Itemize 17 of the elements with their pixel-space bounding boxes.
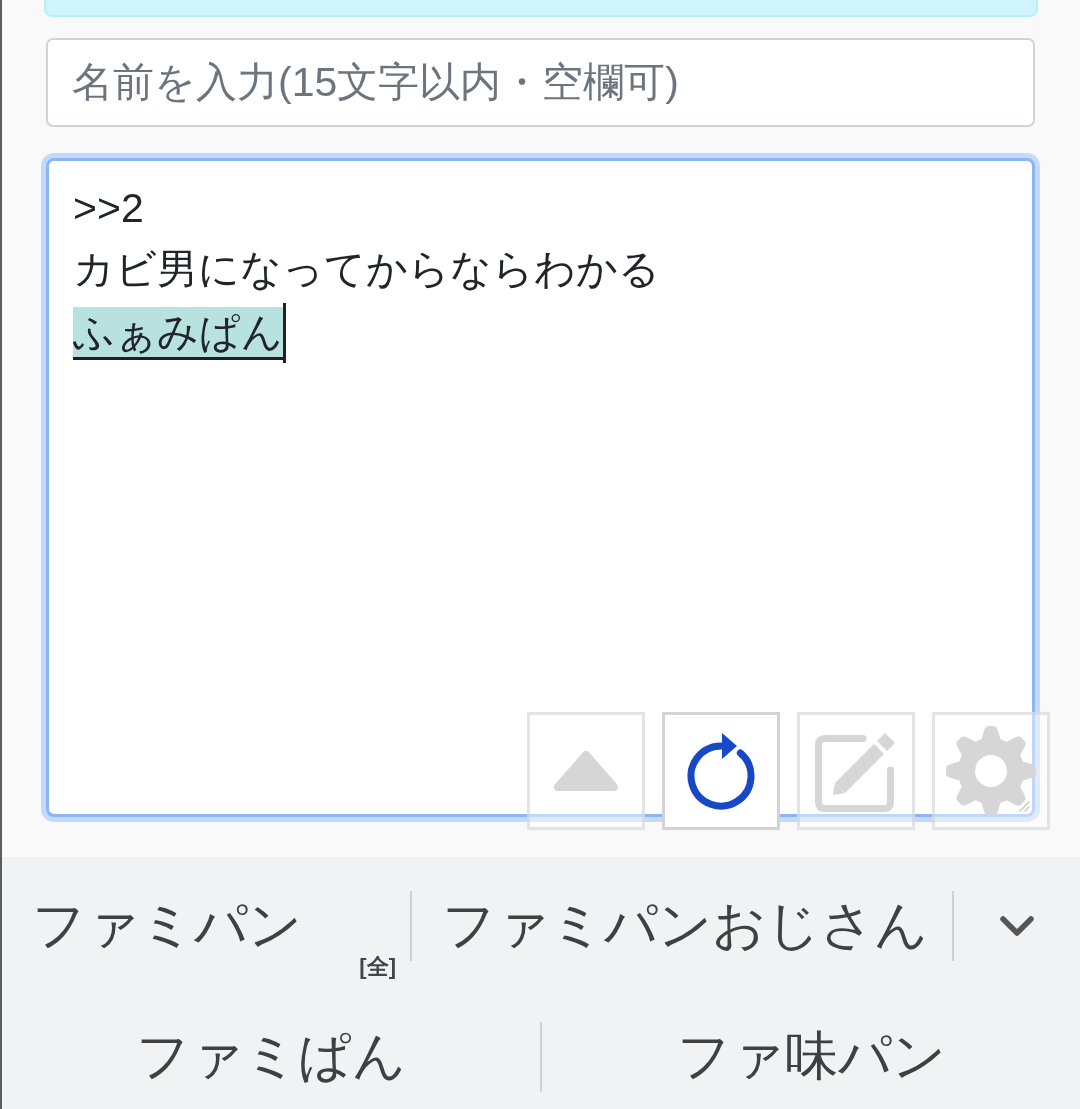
candidate-button[interactable]: ファミパンおじさん bbox=[412, 859, 952, 992]
message-text: >>2 bbox=[73, 184, 145, 233]
composing-text: ふぁみぱん bbox=[73, 306, 283, 360]
name-input[interactable]: 名前を入力(15文字以内・空欄可) bbox=[46, 38, 1035, 127]
candidate-button[interactable]: ファミぱん bbox=[2, 1004, 540, 1109]
candidate-button[interactable]: ファ味パン bbox=[542, 1004, 1080, 1109]
message-text: カビ男になってからならわかる bbox=[73, 245, 661, 294]
triangle-up-icon bbox=[553, 750, 619, 792]
message-field[interactable]: >>2 カビ男になってからならわかる ふぁみぱん bbox=[46, 158, 1035, 817]
reload-icon bbox=[687, 732, 755, 810]
reload-button[interactable] bbox=[662, 712, 780, 830]
chevron-down-icon bbox=[999, 914, 1035, 937]
resize-grip-icon bbox=[1019, 801, 1030, 812]
candidate-button[interactable]: ファミパン [全] bbox=[2, 859, 410, 992]
settings-icon bbox=[946, 726, 1036, 816]
text-cursor bbox=[283, 303, 286, 364]
candidate-tag: [全] bbox=[359, 956, 396, 978]
